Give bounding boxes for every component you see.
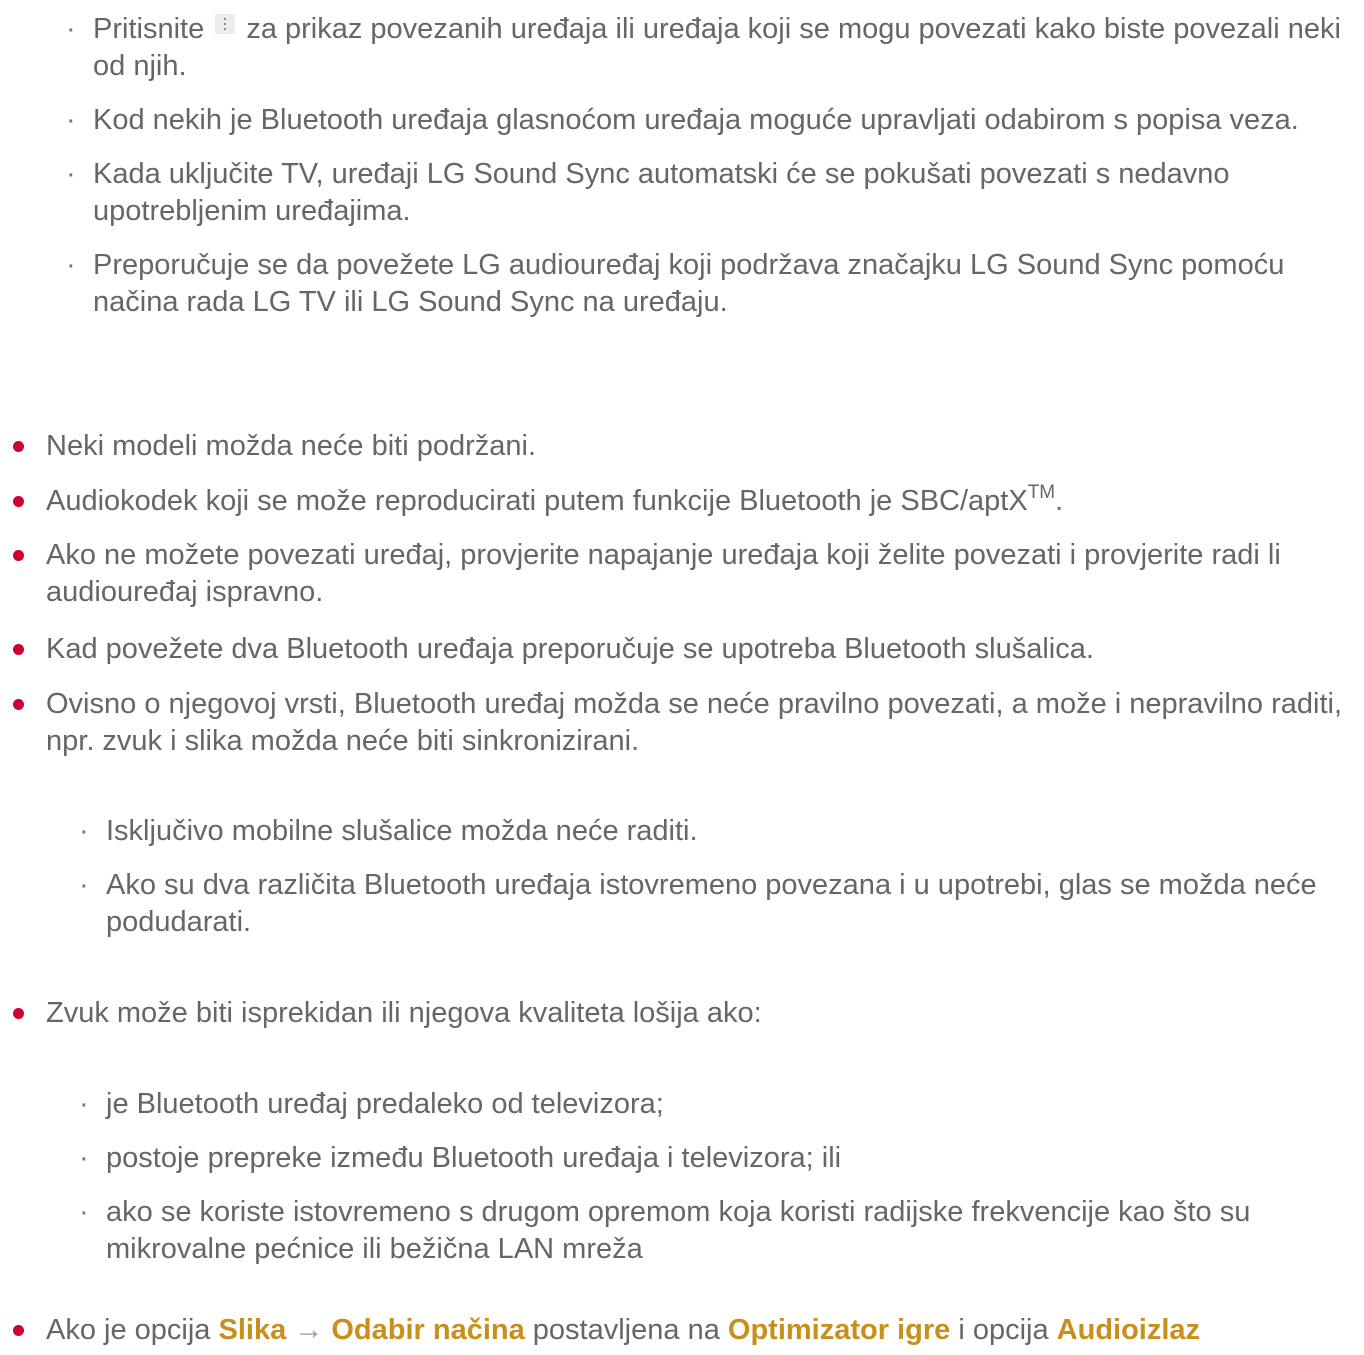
note-text: i opcija bbox=[958, 1314, 1049, 1346]
note-game-optimizer: Ako je opcija Slika → Odabir načina post… bbox=[13, 1312, 1356, 1349]
sub-list-headsets: Isključivo mobilne slušalice možda neće … bbox=[57, 813, 1354, 958]
sub-item-text: za prikaz povezanih uređaja ili uređaja … bbox=[93, 13, 1341, 82]
more-options-icon bbox=[215, 14, 236, 34]
note-codec: Audiokodek koji se može reproducirati pu… bbox=[13, 482, 1356, 520]
menu-link-picture[interactable]: Slika bbox=[219, 1314, 287, 1346]
sub-item-text: Ako su dva različita Bluetooth uređaja i… bbox=[106, 869, 1317, 938]
sub-item-text: je Bluetooth uređaj predaleko od televiz… bbox=[106, 1088, 664, 1120]
sub-item-obstacles: postoje prepreke između Bluetooth uređaj… bbox=[57, 1140, 1354, 1177]
sub-item-volume: Kod nekih je Bluetooth uređaja glasnoćom… bbox=[44, 102, 1354, 139]
note-text: Audiokodek koji se može reproducirati pu… bbox=[46, 485, 1028, 517]
menu-link-game-optimizer[interactable]: Optimizator igre bbox=[728, 1314, 950, 1346]
sub-item-interference: ako se koriste istovremeno s drugom opre… bbox=[57, 1194, 1354, 1268]
note-text-end: . bbox=[1055, 485, 1064, 517]
note-text: Ako je opcija bbox=[46, 1314, 211, 1346]
note-text: Kad povežete dva Bluetooth uređaja prepo… bbox=[46, 633, 1094, 665]
menu-link-audio-output[interactable]: Audioizlaz bbox=[1057, 1314, 1200, 1346]
sub-item-text: Kada uključite TV, uređaji LG Sound Sync… bbox=[93, 158, 1230, 227]
sub-item-mobile-headsets: Isključivo mobilne slušalice možda neće … bbox=[57, 813, 1354, 850]
note-device-type: Ovisno o njegovoj vrsti, Bluetooth uređa… bbox=[13, 686, 1356, 760]
sub-item-two-devices: Ako su dva različita Bluetooth uređaja i… bbox=[57, 867, 1354, 941]
note-text: postavljena na bbox=[532, 1314, 720, 1346]
sub-item-text: postoje prepreke između Bluetooth uređaj… bbox=[106, 1142, 842, 1174]
help-page: { "sub1": { "i1_before": "Pritisnite", "… bbox=[0, 0, 1364, 1355]
arrow-right-icon: → bbox=[294, 1314, 324, 1346]
sub-item-text: Isključivo mobilne slušalice možda neće … bbox=[106, 815, 698, 847]
sub-item-distance: je Bluetooth uređaj predaleko od televiz… bbox=[57, 1086, 1354, 1123]
note-cannot-connect: Ako ne možete povezati uređaj, provjerit… bbox=[13, 537, 1356, 611]
sub-item-text: Kod nekih je Bluetooth uređaja glasnoćom… bbox=[93, 104, 1299, 136]
note-text: Ako ne možete povezati uređaj, provjerit… bbox=[46, 539, 1281, 608]
note-text: Ovisno o njegovoj vrsti, Bluetooth uređa… bbox=[46, 688, 1343, 757]
note-text: Neki modeli možda neće biti podržani. bbox=[46, 430, 537, 462]
sub-item-connect: Pritisnite za prikaz povezanih uređaja i… bbox=[44, 11, 1354, 85]
menu-link-mode-select[interactable]: Odabir načina bbox=[331, 1314, 524, 1346]
sub-item-text: Pritisnite bbox=[93, 13, 205, 45]
trademark-sup: TM bbox=[1027, 482, 1056, 503]
sub-list-connections: Pritisnite za prikaz povezanih uređaja i… bbox=[44, 11, 1354, 338]
note-text: Zvuk može biti isprekidan ili njegova kv… bbox=[46, 997, 762, 1029]
note-sound-quality: Zvuk može biti isprekidan ili njegova kv… bbox=[13, 995, 1356, 1032]
note-two-devices: Kad povežete dva Bluetooth uređaja prepo… bbox=[13, 631, 1356, 668]
sub-item-sound-sync: Kada uključite TV, uređaji LG Sound Sync… bbox=[44, 156, 1354, 230]
note-models: Neki modeli možda neće biti podržani. bbox=[13, 428, 1356, 465]
sub-list-conditions: je Bluetooth uređaj predaleko od televiz… bbox=[57, 1086, 1354, 1285]
sub-item-text: Preporučuje se da povežete LG audiouređa… bbox=[93, 249, 1285, 318]
sub-item-text: ako se koriste istovremeno s drugom opre… bbox=[106, 1196, 1251, 1265]
sub-item-recommendation: Preporučuje se da povežete LG audiouređa… bbox=[44, 247, 1354, 321]
